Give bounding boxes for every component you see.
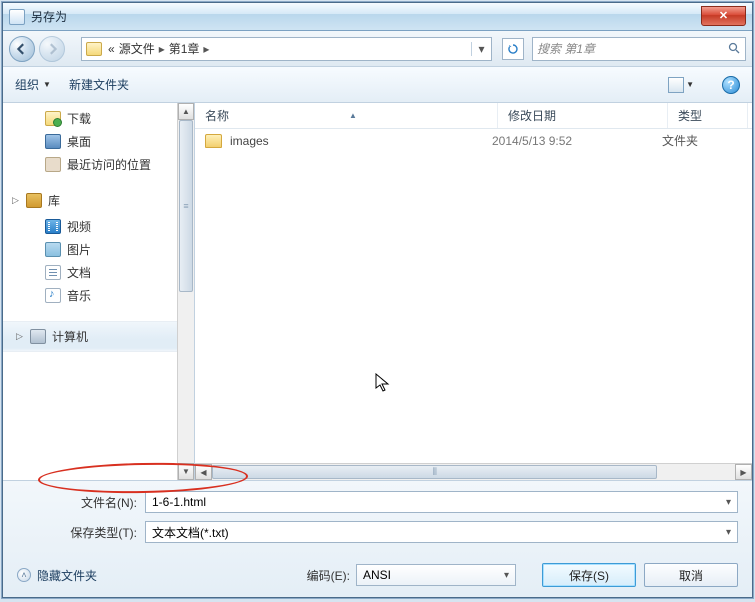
breadcrumb-dropdown[interactable]: ▾ [471,42,487,56]
chevron-up-icon: ˄ [17,568,31,582]
close-button[interactable]: ✕ [701,6,746,26]
dialog-body: 下载 桌面 最近访问的位置 ▷ 库 视频 [3,103,752,481]
folder-icon [205,134,222,148]
column-headers: 名称 ▲ 修改日期 类型 [195,103,752,129]
column-type[interactable]: 类型 [668,103,748,128]
breadcrumb-part[interactable]: 源文件 [119,40,155,57]
chevron-down-icon: ▼ [686,80,694,89]
file-list[interactable]: images 2014/5/13 9:52 文件夹 [195,129,752,463]
scroll-down-button[interactable]: ▼ [178,463,194,480]
library-icon [26,193,42,208]
search-input[interactable]: 搜索 第1章 [532,37,746,61]
save-button[interactable]: 保存(S) [542,563,636,587]
sidebar: 下载 桌面 最近访问的位置 ▷ 库 视频 [3,103,195,480]
toolbar: 组织 ▼ 新建文件夹 ▼ ? [3,67,752,103]
sidebar-item-pictures[interactable]: 图片 [3,238,177,261]
breadcrumb-prefix: « [108,42,115,56]
sidebar-group-computer[interactable]: ▷ 计算机 [3,321,177,352]
recent-icon [45,157,61,172]
forward-button[interactable] [39,36,65,62]
music-icon [45,288,61,303]
chevron-right-icon: ▷ [15,331,24,342]
breadcrumb-part[interactable]: 第1章 [169,40,200,57]
bottom-panel: 文件名(N): 1-6-1.html 保存类型(T): 文本文档(*.txt) … [3,481,752,597]
scroll-left-button[interactable]: ◀ [195,464,212,480]
list-item[interactable]: images 2014/5/13 9:52 文件夹 [195,129,752,152]
search-icon [728,42,741,55]
scroll-up-button[interactable]: ▲ [178,103,194,120]
chevron-right-icon: ▷ [11,195,20,206]
sidebar-scrollbar[interactable]: ▲ ▼ [177,103,194,480]
scroll-track[interactable] [178,120,194,463]
cursor-icon [375,373,393,395]
save-as-dialog: 另存为 ✕ « 源文件 ▸ 第1章 ▸ ▾ 搜索 第1章 组织 [2,2,753,598]
video-icon [45,219,61,234]
filename-label: 文件名(N): [17,494,145,511]
scroll-thumb[interactable] [212,465,657,479]
app-icon [9,9,25,25]
window-title: 另存为 [31,8,701,25]
sidebar-item-video[interactable]: 视频 [3,215,177,238]
hide-folders-toggle[interactable]: ˄ 隐藏文件夹 [17,567,97,584]
column-date[interactable]: 修改日期 [498,103,668,128]
computer-icon [30,329,46,344]
new-folder-button[interactable]: 新建文件夹 [69,76,129,93]
refresh-button[interactable] [502,38,524,60]
filetype-label: 保存类型(T): [17,524,145,541]
filename-input[interactable]: 1-6-1.html [145,491,738,513]
view-menu[interactable]: ▼ [668,77,694,93]
file-pane: 名称 ▲ 修改日期 类型 images 2014/5/13 9:52 文件夹 [195,103,752,480]
footer-row: ˄ 隐藏文件夹 编码(E): ANSI 保存(S) 取消 [17,563,738,587]
horizontal-scrollbar[interactable]: ◀ ▶ [195,463,752,480]
search-placeholder: 搜索 第1章 [537,40,728,57]
organize-menu[interactable]: 组织 ▼ [15,76,51,93]
back-button[interactable] [9,36,35,62]
encoding-label: 编码(E): [307,567,350,584]
sort-indicator-icon: ▲ [349,111,357,120]
cancel-button[interactable]: 取消 [644,563,738,587]
sidebar-item-desktop[interactable]: 桌面 [3,130,177,153]
chevron-right-icon: ▸ [159,42,165,56]
sidebar-tree: 下载 桌面 最近访问的位置 ▷ 库 视频 [3,103,177,480]
help-button[interactable]: ? [722,76,740,94]
column-name[interactable]: 名称 ▲ [195,103,498,128]
document-icon [45,265,61,280]
desktop-icon [45,134,61,149]
sidebar-item-documents[interactable]: 文档 [3,261,177,284]
breadcrumb[interactable]: « 源文件 ▸ 第1章 ▸ ▾ [81,37,492,61]
folder-icon [86,42,102,56]
titlebar: 另存为 ✕ [3,3,752,31]
scroll-thumb[interactable] [179,120,193,292]
view-icon [668,77,684,93]
encoding-combo[interactable]: ANSI [356,564,516,586]
scroll-track[interactable] [212,464,735,480]
filetype-combo[interactable]: 文本文档(*.txt) [145,521,738,543]
sidebar-item-music[interactable]: 音乐 [3,284,177,307]
chevron-down-icon: ▼ [43,80,51,89]
sidebar-item-recent[interactable]: 最近访问的位置 [3,153,177,176]
filename-row: 文件名(N): 1-6-1.html [17,491,738,513]
image-icon [45,242,61,257]
nav-bar: « 源文件 ▸ 第1章 ▸ ▾ 搜索 第1章 [3,31,752,67]
sidebar-group-library[interactable]: ▷ 库 [3,186,177,215]
chevron-right-icon: ▸ [203,42,209,56]
filetype-row: 保存类型(T): 文本文档(*.txt) [17,521,738,543]
download-icon [45,111,61,126]
scroll-right-button[interactable]: ▶ [735,464,752,480]
sidebar-item-downloads[interactable]: 下载 [3,107,177,130]
